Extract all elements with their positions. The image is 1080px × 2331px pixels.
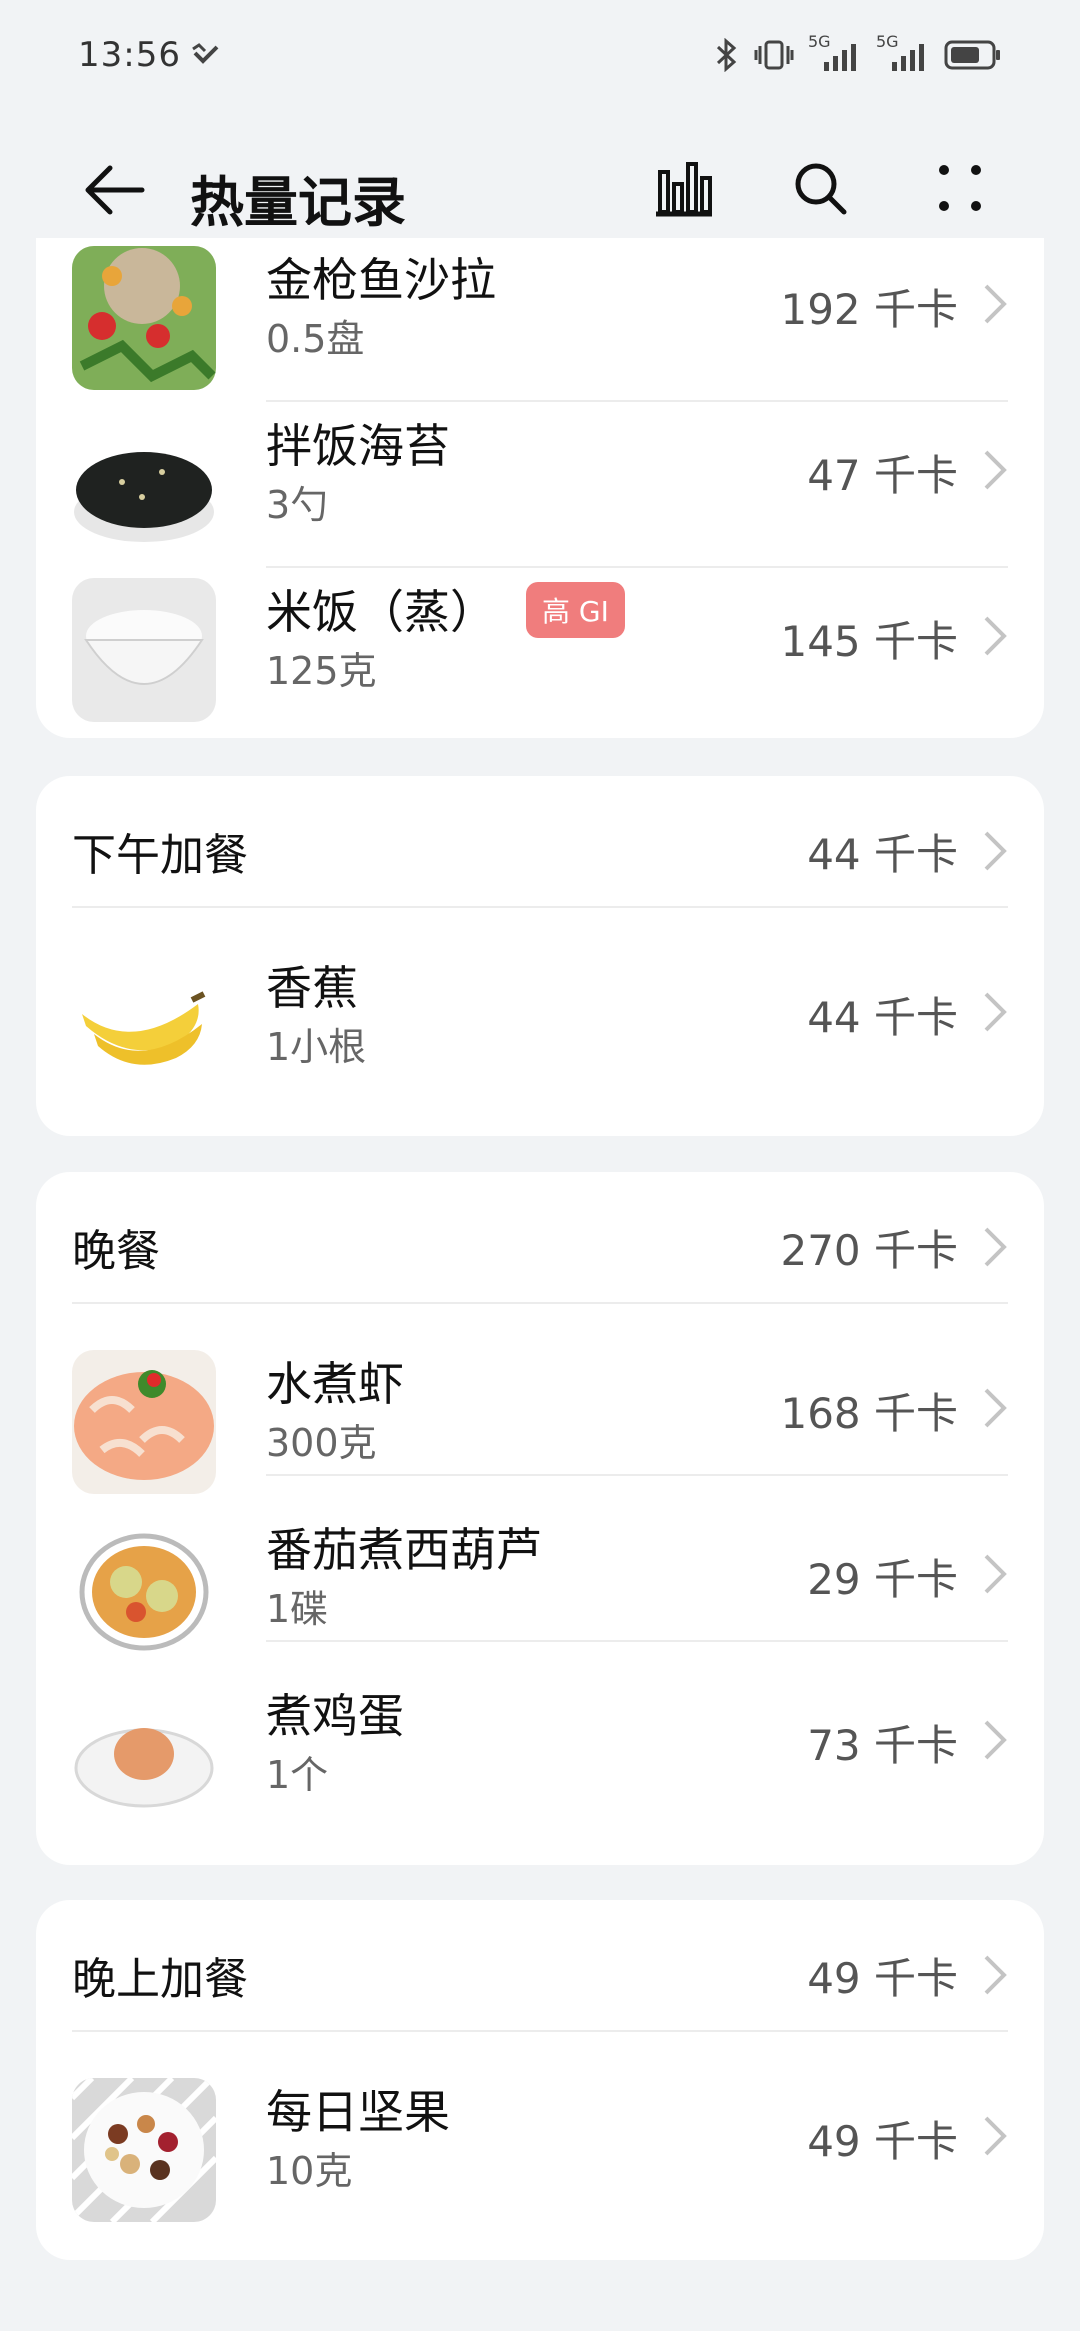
food-name: 煮鸡蛋 [266,1689,404,1743]
banana-image [72,954,216,1098]
divider [266,1640,1008,1642]
food-kcal: 47 千卡 [807,451,958,500]
chevron-right-icon [984,1554,1007,1594]
food-row-shrimp[interactable]: 水煮虾 300克 168 千卡 [36,1328,1044,1494]
divider [72,2030,1008,2032]
chevron-right-icon [984,1227,1007,1267]
food-kcal: 145 千卡 [780,617,958,666]
meal-kcal: 44 千卡 [807,829,958,879]
search-button[interactable] [784,152,856,224]
food-quantity: 1碟 [266,1587,329,1631]
food-row-rice[interactable]: 米饭（蒸） 高 GI 125克 145 千卡 [36,556,1044,722]
food-quantity: 0.5盘 [266,317,365,361]
heart-check-icon [192,43,219,64]
food-kcal: 168 千卡 [780,1389,958,1438]
food-kcal: 44 千卡 [807,993,958,1042]
food-row-zucchini[interactable]: 番茄煮西葫芦 1碟 29 千卡 [36,1494,1044,1660]
chevron-right-icon [984,992,1007,1032]
food-name: 番茄煮西葫芦 [266,1523,542,1577]
divider [72,1302,1008,1304]
app-header: 热量记录 [0,110,1080,238]
food-name: 米饭（蒸） [266,585,496,639]
signal-icon: 5G [808,32,862,72]
evening-snack-card: 晚上加餐 49 千卡 每日坚果 10克 49 千卡 [36,1900,1044,2260]
food-kcal: 192 千卡 [780,285,958,334]
high-gi-badge: 高 GI [526,582,625,638]
status-icons: 5G 5G [714,32,1002,72]
page-title: 热量记录 [190,171,406,234]
food-name: 每日坚果 [266,2085,450,2139]
evening-snack-header[interactable]: 晚上加餐 49 千卡 [36,1910,1044,2040]
dinner-header[interactable]: 晚餐 270 千卡 [36,1182,1044,1312]
food-row-tuna-salad[interactable]: 金枪鱼沙拉 0.5盘 192 千卡 [36,238,1044,390]
food-quantity: 1小根 [266,1025,367,1069]
chevron-right-icon [984,831,1007,871]
food-name: 香蕉 [266,961,358,1015]
seaweed-image [72,412,216,556]
food-kcal: 49 千卡 [807,2117,958,2166]
chevron-right-icon [984,450,1007,490]
more-icon [939,165,981,211]
shrimp-image [72,1350,216,1494]
chevron-right-icon [984,1955,1007,1995]
tuna-salad-image [72,246,216,390]
dinner-card: 晚餐 270 千卡 水煮虾 300克 168 千卡 番茄煮西葫芦 1碟 29 千… [36,1172,1044,1865]
meal-title: 晚餐 [72,1226,160,1277]
food-quantity: 300克 [266,1421,377,1465]
back-arrow-icon[interactable] [80,160,150,220]
food-quantity: 1个 [266,1753,329,1797]
food-name: 拌饭海苔 [266,419,450,473]
food-row-egg[interactable]: 煮鸡蛋 1个 73 千卡 [36,1660,1044,1826]
food-row-banana[interactable]: 香蕉 1小根 44 千卡 [36,932,1044,1098]
lunch-card: 金枪鱼沙拉 0.5盘 192 千卡 拌饭海苔 3勺 47 千卡 米饭（蒸） 高 … [36,238,1044,738]
zucchini-image [72,1516,216,1660]
meal-title: 晚上加餐 [72,1954,248,2005]
bar-chart-icon [656,162,712,217]
signal-icon-2: 5G [876,32,930,72]
bluetooth-icon [716,38,737,72]
divider [72,906,1008,908]
afternoon-snack-header[interactable]: 下午加餐 44 千卡 [36,786,1044,916]
nuts-image [72,2078,216,2222]
status-bar: 13:56 5G 5G [0,0,1080,110]
status-time: 13:56 [78,35,181,75]
meal-kcal: 270 千卡 [780,1225,958,1275]
food-kcal: 73 千卡 [807,1721,958,1770]
food-row-seaweed[interactable]: 拌饭海苔 3勺 47 千卡 [36,390,1044,556]
rice-image [72,578,216,722]
food-quantity: 3勺 [266,483,329,527]
vibrate-icon [754,40,794,70]
search-icon [795,163,847,215]
chevron-right-icon [984,2116,1007,2156]
meal-title: 下午加餐 [72,830,248,881]
food-row-nuts[interactable]: 每日坚果 10克 49 千卡 [36,2056,1044,2222]
food-quantity: 125克 [266,649,377,693]
battery-icon [944,40,1000,70]
chevron-right-icon [984,284,1007,324]
food-quantity: 10克 [266,2149,353,2193]
chevron-right-icon [984,616,1007,656]
statistics-button[interactable] [648,152,720,224]
food-kcal: 29 千卡 [807,1555,958,1604]
afternoon-snack-card: 下午加餐 44 千卡 香蕉 1小根 44 千卡 [36,776,1044,1136]
chevron-right-icon [984,1720,1007,1760]
food-name: 水煮虾 [266,1357,404,1411]
more-button[interactable] [924,152,996,224]
food-name: 金枪鱼沙拉 [266,253,496,307]
divider [266,1474,1008,1476]
meal-list[interactable]: 金枪鱼沙拉 0.5盘 192 千卡 拌饭海苔 3勺 47 千卡 米饭（蒸） 高 … [0,238,1080,2331]
meal-kcal: 49 千卡 [807,1953,958,2003]
egg-image [72,1682,216,1826]
chevron-right-icon [984,1388,1007,1428]
